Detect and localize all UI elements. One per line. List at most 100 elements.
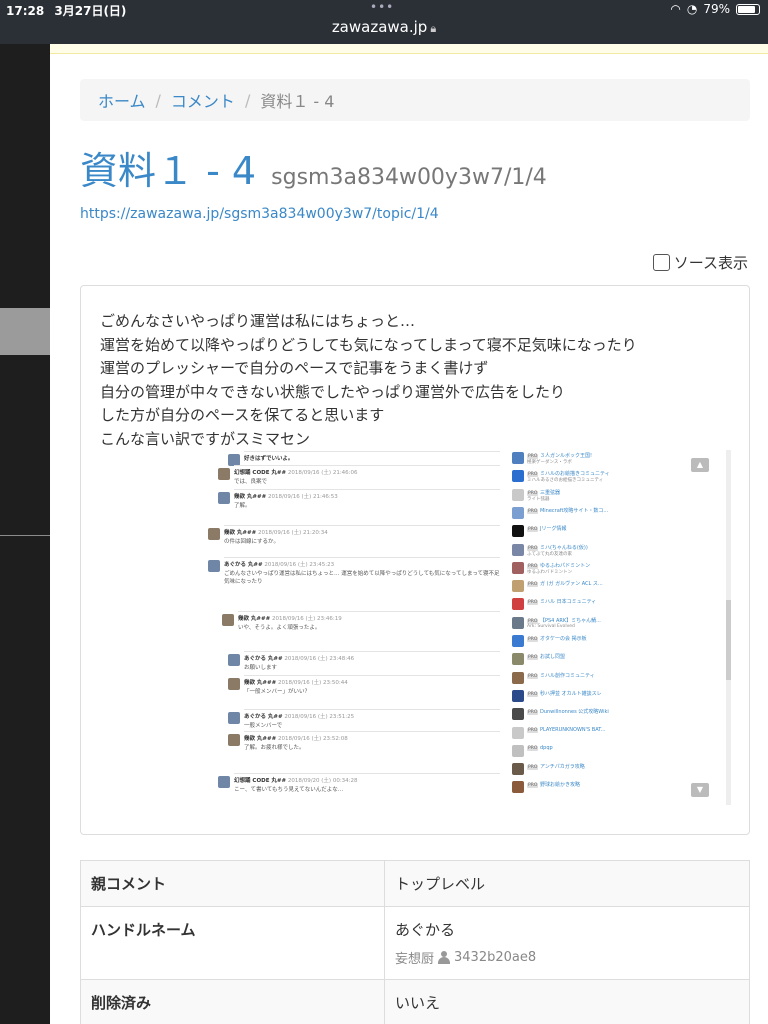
- status-time: 17:28 3月27日(日): [6, 4, 127, 18]
- embedded-chat-text: 好きはずでいいよ。: [244, 454, 293, 463]
- address-bar[interactable]: zawazawa.jp 🔒︎: [0, 18, 768, 36]
- table-row: ハンドルネーム あぐかる 妄想厨 3432b20ae8: [80, 906, 750, 980]
- embedded-sidebar-icon: [512, 488, 524, 501]
- embedded-sidebar-badge: PRO: [527, 783, 539, 789]
- handle-name-cell: あぐかる 妄想厨 3432b20ae8: [384, 906, 750, 980]
- embedded-chat-time: 2018/09/16 (土) 21:20:34: [256, 530, 328, 536]
- embedded-chat-time: 2018/09/20 (土) 00:34:28: [286, 778, 358, 784]
- embedded-sidebar-text: PRO PLAYERUNKNOWN'S BAT...: [527, 727, 605, 733]
- embedded-scrollbar: [726, 450, 731, 805]
- embedded-sidebar-badge: PRO: [527, 545, 539, 551]
- embedded-divider: [238, 611, 500, 612]
- embedded-chat-name: 好きはずでいいよ。: [244, 456, 294, 462]
- embedded-chat-time: 2018/09/16 (土) 23:51:25: [282, 714, 355, 720]
- handle-meta: 妄想厨 3432b20ae8: [395, 948, 739, 967]
- embedded-divider: [244, 451, 500, 452]
- breadcrumb-home[interactable]: ホーム: [98, 88, 146, 112]
- embedded-sidebar-badge: PRO: [527, 655, 539, 661]
- embedded-chat-row: 幻想踊 CODE 丸## 2018/09/16 (土) 21:46:06 では、良…: [218, 468, 358, 485]
- embedded-chat-time: 2018/09/16 (土) 23:45:23: [262, 562, 335, 568]
- embedded-sidebar-title: ミハル 日本コミュニティ: [538, 599, 597, 606]
- breadcrumb-comments[interactable]: コメント: [171, 88, 235, 112]
- embedded-sidebar-text: PRO Dunwillnonnes 公式攻略Wiki: [527, 708, 609, 716]
- embedded-sidebar-text: PRO 【PS4 ARK】ミちゃん鯖... Ark: Survival Evolv…: [527, 617, 601, 629]
- page-title: 資料１ - 4: [80, 149, 257, 193]
- embedded-sidebar-icon: [512, 726, 524, 739]
- url-text: zawazawa.jp: [331, 18, 428, 36]
- embedded-chat-row: 幾欲 丸### 2018/09/16 (土) 23:46:19 いや、そうよ。よく…: [222, 614, 342, 631]
- embedded-sidebar-text: PRO ゆるふわパドミントン ゆるふわバドミントン: [527, 562, 590, 575]
- embedded-chat-row: 幾欲 丸### 2018/09/16 (土) 23:52:08 了解。お疲れ様でし…: [228, 734, 348, 751]
- embedded-sidebar-title: アンチパカガラ攻略: [538, 764, 585, 771]
- embedded-sidebar-item: PRO ３人ガンルボック王国! 極楽ゲーダンス・ラボ: [512, 452, 712, 465]
- table-row: 削除済み いいえ: [80, 979, 750, 1024]
- embedded-chat-text: 幾欲 丸### 2018/09/16 (土) 21:46:53 了解。: [234, 492, 338, 509]
- source-toggle-label: ソース表示: [673, 254, 748, 272]
- page-heading: 資料１ - 4 sgsm3a834w00y3w7/1/4: [80, 140, 547, 195]
- embedded-sidebar-item: PRO お試し同盟: [512, 653, 712, 666]
- comment-line: 自分の管理が中々できない状態でしたやっぱり運営外で広告をしたり: [100, 382, 566, 401]
- embedded-chat-text: 幻想踊 CODE 丸## 2018/09/20 (土) 00:34:28 こー、て…: [234, 776, 358, 793]
- embedded-sidebar-badge: PRO: [527, 727, 539, 733]
- embedded-sidebar-desc: Ark: Survival Evolved: [527, 623, 575, 629]
- embedded-sidebar-icon: [512, 763, 524, 776]
- embedded-sidebar-item: PRO 三重弦器 ライト弦器: [512, 488, 712, 502]
- embedded-screenshot[interactable]: 好きはずでいいよ。 幻想踊 CODE 丸## 2018/09/16 (土) 21…: [204, 450, 731, 805]
- embedded-sidebar-badge: PRO: [527, 527, 539, 533]
- embedded-chat-message: いや、そうよ。よく頑張ったよ。: [238, 625, 321, 631]
- embedded-sidebar-badge: PRO: [527, 765, 539, 771]
- embedded-sidebar-item: PRO ミハ(ちゃんねる(仮)) ふてぶて丸の友達の家: [512, 543, 712, 557]
- comment-line: した方が自分のペースを保てると思います: [100, 406, 385, 425]
- deleted-value: いいえ: [384, 979, 750, 1024]
- embedded-chat-message: ごめんなさいやっぱり運営は私にはちょっと… 運営を始めて以降やっぱりどうしても気…: [224, 571, 500, 585]
- embedded-chat-row: あぐかる 丸## 2018/09/16 (土) 23:48:46 お願いします: [228, 654, 354, 671]
- embedded-sidebar-title: ミハル創作コミュニティ: [538, 672, 595, 679]
- embedded-sidebar-item: PRO Minecraft攻略サイト・数コ...: [512, 506, 712, 519]
- lock-icon: 🔒︎: [430, 22, 437, 35]
- embedded-chat-message: の件は回線にするか。: [224, 539, 279, 545]
- embedded-sidebar-text: PRO ミハルのお絵描きコミュニティ ミハルあるさのお絵描きコミュニティ: [527, 470, 610, 483]
- comment-info-table: 親コメント トップレベル ハンドルネーム あぐかる 妄想厨 3432b20ae8…: [80, 860, 750, 1024]
- embedded-sidebar-item: PRO ミハル 日本コミュニティ: [512, 598, 712, 611]
- embedded-sidebar-icon: [512, 506, 524, 519]
- embedded-chat-name: あぐかる 丸##: [224, 562, 263, 568]
- embedded-avatar: [208, 560, 220, 572]
- embedded-avatar: [222, 614, 234, 626]
- embedded-sidebar-title: dpqp: [538, 744, 553, 751]
- embedded-chat-message: 「一般メンバー」がいい？: [244, 689, 311, 695]
- source-toggle[interactable]: ソース表示: [652, 252, 748, 273]
- table-row: 親コメント トップレベル: [80, 860, 750, 907]
- embedded-chat-name: あぐかる 丸##: [244, 656, 283, 662]
- embedded-sidebar-text: PRO ３人ガンルボック王国! 極楽ゲーダンス・ラボ: [527, 452, 592, 465]
- embedded-sidebar-desc: ミハルあるさのお絵描きコミュニティ: [527, 478, 604, 484]
- embedded-avatar: [228, 712, 240, 724]
- embedded-chat-name: 幻想踊 CODE 丸##: [234, 778, 287, 784]
- rotation-lock-icon: ◔: [686, 2, 698, 16]
- embedded-chat-log: 好きはずでいいよ。 幻想踊 CODE 丸## 2018/09/16 (土) 21…: [204, 450, 504, 805]
- embedded-sidebar-icon: [512, 580, 524, 593]
- embedded-sidebar-text: PRO Jリーグ情報: [527, 525, 566, 533]
- embedded-sidebar-text: PRO お試し同盟: [527, 653, 565, 661]
- embedded-sidebar-title: Dunwillnonnes 公式攻略Wiki: [538, 709, 609, 716]
- embedded-chat-name: 幾欲 丸###: [244, 680, 277, 686]
- source-checkbox[interactable]: [652, 254, 670, 271]
- embedded-sidebar-icon: [512, 561, 524, 574]
- embedded-chat-message: 一般メンバーで: [244, 723, 283, 729]
- side-panel-divider: [0, 535, 50, 536]
- embedded-sidebar-icon: [512, 598, 524, 611]
- embedded-sidebar-item: PRO ガ (ガ ガルヴァン ACL ス...: [512, 580, 712, 593]
- embedded-sidebar-item: PRO 野球お絵かき攻略: [512, 781, 712, 794]
- embedded-chat-text: あぐかる 丸## 2018/09/16 (土) 23:45:23 ごめんなさいやっ…: [224, 560, 504, 585]
- embedded-divider: [234, 465, 500, 466]
- embedded-chat-text: 幾欲 丸### 2018/09/16 (土) 23:46:19 いや、そうよ。よく…: [238, 614, 342, 631]
- embedded-sidebar-icon: [512, 689, 524, 702]
- embedded-chat-text: あぐかる 丸## 2018/09/16 (土) 23:51:25 一般メンバーで: [244, 712, 354, 729]
- embedded-chat-name: 幾欲 丸###: [244, 736, 277, 742]
- embedded-avatar: [228, 678, 240, 690]
- embedded-divider: [234, 773, 500, 774]
- embedded-chat-row: 幻想踊 CODE 丸## 2018/09/20 (土) 00:34:28 こー、て…: [218, 776, 358, 793]
- multitask-dots-icon[interactable]: •••: [370, 0, 394, 14]
- comment-line: 運営のプレッシャーで自分のペースで記事をうまく書けず: [100, 359, 489, 378]
- topic-link[interactable]: https://zawazawa.jp/sgsm3a834w00y3w7/top…: [80, 206, 439, 222]
- embedded-chat-text: あぐかる 丸## 2018/09/16 (土) 23:48:46 お願いします: [244, 654, 354, 671]
